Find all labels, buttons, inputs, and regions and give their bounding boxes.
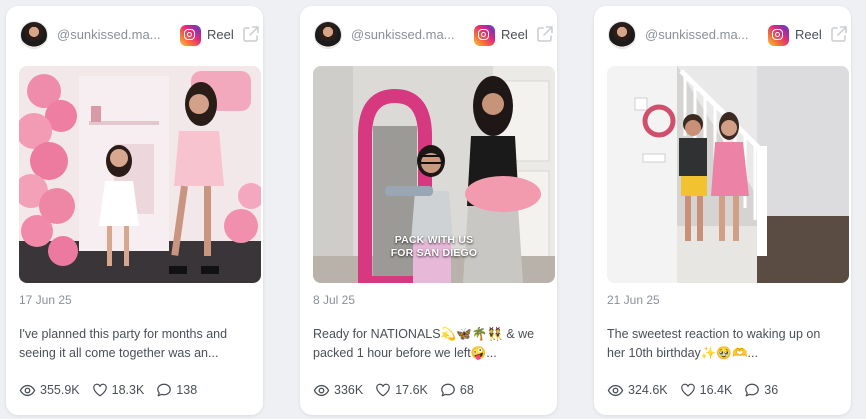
post-date: 17 Jun 25 <box>19 293 72 307</box>
eye-icon <box>313 384 330 396</box>
avatar[interactable] <box>608 21 636 49</box>
staircase-scene-image <box>607 66 849 283</box>
likes-stat: 16.4K <box>680 382 733 398</box>
post-thumbnail[interactable] <box>19 66 261 283</box>
card-header: @sunkissed.ma... Reel <box>300 20 557 50</box>
post-thumbnail[interactable]: PACK WITH US FOR SAN DIEGO <box>313 66 555 283</box>
post-stats: 355.9K 18.3K 138 <box>19 380 209 400</box>
post-type-label: Reel <box>207 27 234 42</box>
comments-count: 36 <box>764 383 779 397</box>
likes-count: 18.3K <box>111 383 145 397</box>
views-stat: 324.6K <box>607 382 668 399</box>
likes-stat: 18.3K <box>92 382 145 398</box>
eye-icon <box>607 384 624 396</box>
post-date: 21 Jun 25 <box>607 293 660 307</box>
comment-icon <box>157 383 172 397</box>
views-count: 355.9K <box>40 383 80 397</box>
comments-count: 138 <box>176 383 198 397</box>
caption-line: seeing it all come together was an... <box>19 346 219 360</box>
heart-icon <box>92 383 107 397</box>
account-handle[interactable]: @sunkissed.ma... <box>351 27 457 42</box>
views-count: 324.6K <box>628 383 668 397</box>
card-header: @sunkissed.ma... Reel <box>6 20 263 50</box>
account-handle[interactable]: @sunkissed.ma... <box>57 27 163 42</box>
likes-count: 16.4K <box>699 383 733 397</box>
post-date: 8 Jul 25 <box>313 293 356 307</box>
post-type-label: Reel <box>501 27 528 42</box>
likes-stat: 17.6K <box>375 382 428 398</box>
views-count: 336K <box>334 383 364 397</box>
post-caption[interactable]: Ready for NATIONALS💫🦋🌴👯 & we packed 1 ho… <box>313 325 545 363</box>
external-link-icon[interactable] <box>242 25 260 43</box>
caption-line: I've planned this party for months and <box>19 327 228 341</box>
eye-icon <box>19 384 36 396</box>
heart-icon <box>680 383 695 397</box>
post-stats: 336K 17.6K 68 <box>313 380 486 400</box>
post-card[interactable]: @sunkissed.ma... Reel <box>6 6 263 415</box>
avatar[interactable] <box>20 21 48 49</box>
video-overlay-text: PACK WITH US FOR SAN DIEGO <box>390 234 478 259</box>
views-stat: 355.9K <box>19 382 80 399</box>
comments-stat: 138 <box>156 382 197 398</box>
views-stat: 336K <box>313 382 363 399</box>
comments-stat: 68 <box>440 382 474 398</box>
post-card[interactable]: @sunkissed.ma... Reel <box>594 6 851 415</box>
instagram-icon <box>768 25 789 46</box>
external-link-icon[interactable] <box>536 25 554 43</box>
post-stats: 324.6K 16.4K 36 <box>607 380 790 400</box>
caption-line: her 10th birthday✨🥹🫶... <box>607 346 758 360</box>
avatar[interactable] <box>314 21 342 49</box>
comment-icon <box>441 383 455 397</box>
post-caption[interactable]: I've planned this party for months and s… <box>19 325 251 363</box>
external-link-icon[interactable] <box>830 25 848 43</box>
account-handle[interactable]: @sunkissed.ma... <box>645 27 751 42</box>
heart-icon <box>376 383 391 397</box>
comments-stat: 36 <box>744 382 778 398</box>
post-thumbnail[interactable] <box>607 66 849 283</box>
instagram-icon <box>180 25 201 46</box>
comments-count: 68 <box>459 383 474 397</box>
instagram-icon <box>474 25 495 46</box>
post-card[interactable]: @sunkissed.ma... Reel <box>300 6 557 415</box>
party-scene-image <box>19 66 261 283</box>
post-caption[interactable]: The sweetest reaction to waking up on he… <box>607 325 839 363</box>
caption-line: packed 1 hour before we left🤪... <box>313 346 497 360</box>
comment-icon <box>745 383 760 397</box>
caption-line: Ready for NATIONALS💫🦋🌴👯 & we <box>313 327 535 341</box>
likes-count: 17.6K <box>395 383 428 397</box>
caption-line: The sweetest reaction to waking up on <box>607 327 821 341</box>
post-type-label: Reel <box>795 27 822 42</box>
card-header: @sunkissed.ma... Reel <box>594 20 851 50</box>
